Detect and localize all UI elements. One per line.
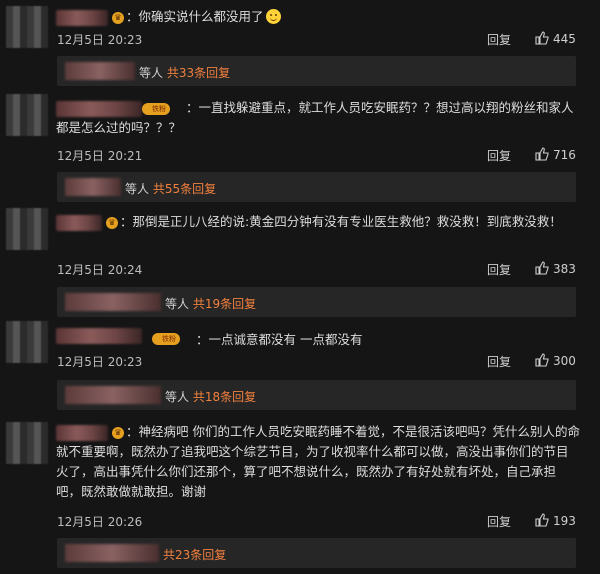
thumbs-up-icon [535, 261, 549, 275]
replies-prefix: 等人 [165, 297, 190, 311]
avatar[interactable] [6, 208, 48, 250]
crown-badge-icon: ♛ [112, 12, 124, 24]
replies-bar[interactable]: 等人 共19条回复 [57, 287, 576, 317]
thumbs-up-icon [535, 147, 549, 161]
like-count: 193 [553, 514, 576, 528]
replies-count[interactable]: 共55条回复 [153, 182, 216, 196]
replies-count[interactable]: 共33条回复 [167, 66, 230, 80]
comment-text: ：一点诚意都没有 一点都没有 [196, 332, 363, 347]
comment-text: ：那倒是正儿八经的说:黄金四分钟有没有专业医生救他？救没救！到底救没救！ [120, 214, 562, 229]
avatar[interactable] [6, 422, 48, 464]
like-button[interactable]: 300 [535, 353, 576, 368]
smiley-emoji-icon [265, 9, 281, 24]
like-count: 300 [553, 354, 576, 368]
replies-prefix: 等人 [139, 66, 164, 80]
replies-count[interactable]: 共19条回复 [193, 297, 256, 311]
comment-date: 12月5日 20:23 [57, 33, 143, 47]
replies-prefix: 等人 [165, 390, 190, 404]
like-button[interactable]: 193 [535, 513, 576, 528]
comment-text: ：你确实说什么都没用了 [126, 7, 580, 27]
replies-summary[interactable]: 等人 共19条回复 [165, 295, 256, 312]
comment-date: 12月5日 20:24 [57, 263, 143, 277]
avatar[interactable] [6, 321, 48, 363]
comment-date: 12月5日 20:26 [57, 515, 143, 529]
reply-button[interactable]: 回复 [487, 31, 511, 48]
reply-button[interactable]: 回复 [487, 513, 511, 530]
like-count: 716 [553, 148, 576, 162]
avatar[interactable] [6, 94, 48, 136]
thumbs-up-icon [535, 353, 549, 367]
like-button[interactable]: 716 [535, 147, 576, 162]
replier-avatars-blurred [65, 178, 121, 196]
comment-date: 12月5日 20:23 [57, 355, 143, 369]
like-count: 383 [553, 262, 576, 276]
replies-bar[interactable]: 共23条回复 [57, 538, 576, 568]
replies-summary[interactable]: 等人 共18条回复 [165, 388, 256, 405]
replies-bar[interactable]: 等人 共18条回复 [57, 380, 576, 410]
replier-avatars-blurred [65, 544, 159, 562]
replies-bar[interactable]: 等人 共55条回复 [57, 172, 576, 202]
comment-text: ：一直找躲避重点，就工作人员吃安眠药？？想过高以翔的粉丝和家人都是怎么过的吗？？… [56, 100, 574, 135]
thumbs-up-icon [535, 31, 549, 45]
thumbs-up-icon [535, 513, 549, 527]
fan-badge: 铁粉 [152, 333, 180, 345]
replies-count[interactable]: 共18条回复 [193, 390, 256, 404]
replier-avatars-blurred [65, 62, 135, 80]
comment-text: ：神经病吧 你们的工作人员吃安眠药睡不着觉，不是很活该吧吗？凭什么别人的命就不重… [56, 424, 580, 499]
replies-summary[interactable]: 等人 共55条回复 [125, 180, 216, 197]
reply-button[interactable]: 回复 [487, 147, 511, 164]
replier-avatars-blurred [65, 293, 161, 311]
like-button[interactable]: 445 [535, 31, 576, 46]
replies-summary[interactable]: 共23条回复 [163, 546, 226, 563]
replies-summary[interactable]: 等人 共33条回复 [139, 64, 230, 81]
reply-button[interactable]: 回复 [487, 261, 511, 278]
comment-date: 12月5日 20:21 [57, 149, 143, 163]
username-blurred[interactable] [56, 328, 142, 344]
like-button[interactable]: 383 [535, 261, 576, 276]
replies-bar[interactable]: 等人 共33条回复 [57, 56, 576, 86]
username-blurred[interactable] [56, 10, 108, 26]
replies-count[interactable]: 共23条回复 [163, 548, 226, 562]
like-count: 445 [553, 32, 576, 46]
avatar[interactable] [6, 6, 48, 48]
replies-prefix: 等人 [125, 182, 150, 196]
replier-avatars-blurred [65, 386, 161, 404]
reply-button[interactable]: 回复 [487, 353, 511, 370]
